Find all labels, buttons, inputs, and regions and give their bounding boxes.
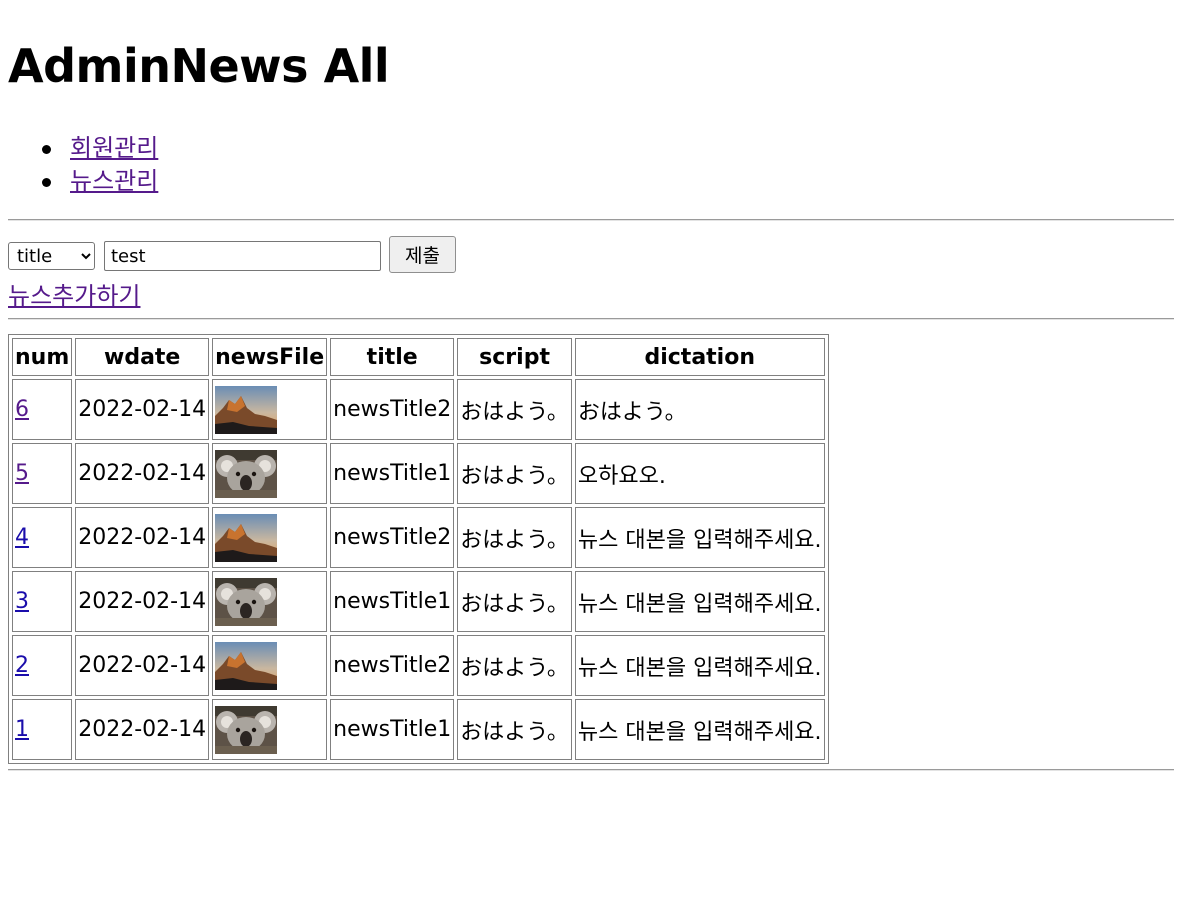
cell-newsfile xyxy=(212,699,328,760)
table-row: 3 2022-02-14 newsTitle1 おはよう。 뉴스 대본을 입력해주세요. xyxy=(12,571,825,632)
desert-landscape-thumbnail xyxy=(215,385,278,434)
bullet-icon xyxy=(42,178,51,187)
table-header-row: num wdate newsFile title script dictatio… xyxy=(12,338,825,376)
admin-nav: 회원관리 뉴스관리 xyxy=(8,132,1174,198)
cell-wdate: 2022-02-14 xyxy=(75,571,210,632)
cell-dictation: 뉴스 대본을 입력해주세요. xyxy=(574,635,825,696)
bullet-icon xyxy=(42,145,51,154)
news-number-link[interactable]: 6 xyxy=(15,397,29,422)
table-row: 6 2022-02-14 newsTitle2 おはよう。 おはよう。 xyxy=(12,379,825,440)
cell-title: newsTitle2 xyxy=(330,379,455,440)
table-row: 2 2022-02-14 newsTitle2 おはよう。 뉴스 대본을 입력해주세요. xyxy=(12,635,825,696)
desert-landscape-thumbnail xyxy=(215,513,278,562)
cell-newsfile xyxy=(212,379,328,440)
cell-num: 6 xyxy=(12,379,73,440)
nav-link-news[interactable]: 뉴스관리 xyxy=(70,167,158,195)
news-number-link[interactable]: 5 xyxy=(15,461,29,486)
page: AdminNews All 회원관리 뉴스관리 xyxy=(0,0,1184,195)
cell-wdate: 2022-02-14 xyxy=(75,699,210,760)
column-header-title: title xyxy=(330,338,455,376)
cell-wdate: 2022-02-14 xyxy=(75,379,210,440)
cell-script: おはよう。 xyxy=(457,507,572,568)
cell-wdate: 2022-02-14 xyxy=(75,443,210,504)
cell-script: おはよう。 xyxy=(457,571,572,632)
nav-link-members[interactable]: 회원관리 xyxy=(70,134,158,162)
column-header-num: num xyxy=(12,338,73,376)
cell-num: 2 xyxy=(12,635,73,696)
news-number-link[interactable]: 1 xyxy=(15,717,29,742)
cell-dictation: おはよう。 xyxy=(574,379,825,440)
column-header-dictation: dictation xyxy=(574,338,825,376)
cell-title: newsTitle1 xyxy=(330,443,455,504)
news-number-link[interactable]: 3 xyxy=(15,589,29,614)
column-header-wdate: wdate xyxy=(75,338,210,376)
search-field-select[interactable]: title xyxy=(8,242,95,270)
cell-script: おはよう。 xyxy=(457,699,572,760)
cell-num: 4 xyxy=(12,507,73,568)
nav-item-members: 회원관리 xyxy=(8,132,1174,165)
koala-thumbnail xyxy=(215,705,278,754)
cell-script: おはよう。 xyxy=(457,379,572,440)
cell-dictation: 뉴스 대본을 입력해주세요. xyxy=(574,571,825,632)
cell-title: newsTitle1 xyxy=(330,571,455,632)
nav-item-news: 뉴스관리 xyxy=(8,165,1174,198)
desert-landscape-thumbnail xyxy=(215,641,278,690)
divider xyxy=(8,219,1174,221)
cell-newsfile xyxy=(212,507,328,568)
divider xyxy=(8,769,1174,771)
cell-script: おはよう。 xyxy=(457,443,572,504)
table-row: 4 2022-02-14 newsTitle2 おはよう。 뉴스 대본을 입력해주세요. xyxy=(12,507,825,568)
search-input[interactable] xyxy=(104,241,381,271)
cell-wdate: 2022-02-14 xyxy=(75,635,210,696)
cell-dictation: 뉴스 대본을 입력해주세요. xyxy=(574,699,825,760)
table-row: 1 2022-02-14 newsTitle1 おはよう。 뉴스 대본을 입력해주세요. xyxy=(12,699,825,760)
news-table: num wdate newsFile title script dictatio… xyxy=(8,334,829,764)
cell-title: newsTitle1 xyxy=(330,699,455,760)
cell-newsfile xyxy=(212,443,328,504)
cell-num: 1 xyxy=(12,699,73,760)
add-news-link[interactable]: 뉴스추가하기 xyxy=(8,276,140,311)
submit-button[interactable]: 제출 xyxy=(389,236,456,273)
divider xyxy=(8,318,1174,320)
cell-num: 5 xyxy=(12,443,73,504)
cell-newsfile xyxy=(212,571,328,632)
column-header-newsfile: newsFile xyxy=(212,338,328,376)
page-title: AdminNews All xyxy=(8,39,390,93)
cell-newsfile xyxy=(212,635,328,696)
cell-title: newsTitle2 xyxy=(330,507,455,568)
column-header-script: script xyxy=(457,338,572,376)
koala-thumbnail xyxy=(215,449,278,498)
cell-wdate: 2022-02-14 xyxy=(75,507,210,568)
news-number-link[interactable]: 4 xyxy=(15,525,29,550)
koala-thumbnail xyxy=(215,577,278,626)
news-number-link[interactable]: 2 xyxy=(15,653,29,678)
cell-script: おはよう。 xyxy=(457,635,572,696)
cell-num: 3 xyxy=(12,571,73,632)
cell-dictation: 뉴스 대본을 입력해주세요. xyxy=(574,507,825,568)
cell-title: newsTitle2 xyxy=(330,635,455,696)
cell-dictation: 오하요오. xyxy=(574,443,825,504)
table-row: 5 2022-02-14 newsTitle1 おはよう。 오하요오. xyxy=(12,443,825,504)
